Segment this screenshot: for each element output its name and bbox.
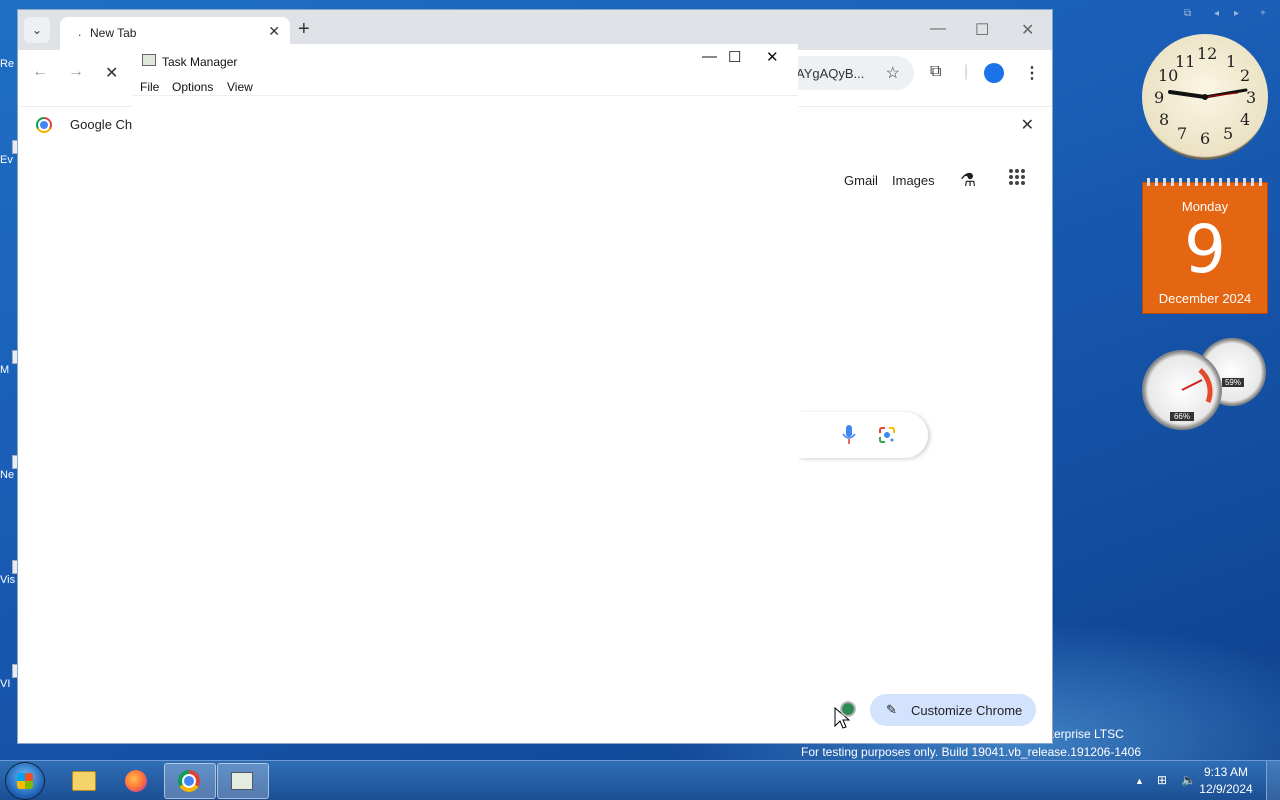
close-button[interactable]: ✕ bbox=[1021, 20, 1034, 40]
cpu-percent: 66% bbox=[1170, 412, 1194, 421]
desktop-icon-label: VI bbox=[0, 678, 11, 690]
menu-view[interactable]: View bbox=[227, 80, 253, 94]
clock-hands-icon bbox=[1168, 88, 1248, 100]
customize-chrome-label: Customize Chrome bbox=[911, 703, 1023, 718]
calendar-gadget[interactable]: Monday 9 December 2024 bbox=[1142, 178, 1268, 314]
extensions-icon[interactable]: ⧉ bbox=[930, 63, 941, 81]
apps-grid-icon[interactable] bbox=[1008, 168, 1028, 186]
desktop-icon-label: Vis bbox=[0, 574, 16, 586]
tm-close-button[interactable]: ✕ bbox=[766, 48, 779, 66]
google-search-box[interactable] bbox=[798, 412, 928, 458]
task-manager-icon bbox=[142, 54, 156, 66]
cpu-gauge[interactable]: 66% bbox=[1142, 350, 1222, 430]
gadget-next-icon[interactable]: ▸ bbox=[1234, 8, 1239, 19]
menu-options[interactable]: Options bbox=[172, 80, 213, 94]
labs-icon[interactable]: ⚗ bbox=[960, 170, 976, 191]
folder-icon bbox=[72, 771, 96, 791]
firefox-icon bbox=[125, 770, 147, 792]
tm-maximize-button[interactable]: ☐ bbox=[728, 48, 741, 66]
back-button[interactable]: ← bbox=[32, 63, 48, 81]
task-manager-icon bbox=[231, 772, 253, 790]
gadget-prev-icon[interactable]: ◂ bbox=[1214, 8, 1219, 19]
task-manager-menubar: File Options View bbox=[132, 76, 798, 96]
pencil-icon: ✎ bbox=[886, 702, 897, 717]
address-bar[interactable]: AYgAQyB... ☆ bbox=[778, 56, 914, 90]
google-lens-icon[interactable] bbox=[878, 426, 896, 444]
calendar-month-year: December 2024 bbox=[1158, 291, 1252, 306]
windows-logo-icon bbox=[17, 773, 33, 789]
gadget-pages-icon[interactable]: ⧉ bbox=[1184, 8, 1191, 19]
tm-minimize-button[interactable]: — bbox=[702, 48, 717, 65]
calendar-day: 9 bbox=[1184, 211, 1226, 288]
taskbar: ▲ ⊞ 🔈 9:13 AM 12/9/2024 bbox=[0, 760, 1280, 800]
taskbar-chrome[interactable] bbox=[164, 763, 216, 799]
gadget-add-icon[interactable]: + bbox=[1260, 8, 1266, 19]
maximize-button[interactable]: ☐ bbox=[975, 20, 989, 40]
show-desktop-button[interactable] bbox=[1266, 761, 1280, 800]
bookmark-star-icon[interactable]: ☆ bbox=[886, 63, 900, 83]
taskbar-explorer[interactable] bbox=[58, 763, 110, 799]
network-icon[interactable]: ⊞ bbox=[1157, 773, 1167, 787]
gmail-link[interactable]: Gmail bbox=[844, 173, 878, 188]
stop-loading-button[interactable]: ✕ bbox=[105, 63, 118, 83]
desktop-icon-label: Re bbox=[0, 58, 15, 70]
start-button[interactable] bbox=[6, 763, 44, 799]
menu-file[interactable]: File bbox=[140, 80, 159, 94]
tab-search-button[interactable]: ⌄ bbox=[24, 17, 50, 43]
calendar-rings bbox=[1147, 178, 1265, 186]
taskbar-date[interactable]: 12/9/2024 bbox=[1196, 782, 1256, 796]
taskbar-time[interactable]: 9:13 AM bbox=[1196, 765, 1256, 779]
chrome-logo-icon bbox=[36, 117, 52, 133]
taskbar-task-manager[interactable] bbox=[217, 763, 269, 799]
chrome-icon bbox=[178, 770, 200, 792]
tab-loading-icon: . bbox=[78, 25, 82, 39]
microphone-icon[interactable] bbox=[842, 425, 856, 445]
browser-menu-icon[interactable]: ⋮ bbox=[1024, 63, 1040, 83]
taskbar-firefox[interactable] bbox=[111, 763, 163, 799]
cursor-busy-icon bbox=[834, 701, 856, 729]
task-manager-window[interactable]: Task Manager — ☐ ✕ File Options View bbox=[132, 44, 798, 640]
address-text: AYgAQyB... bbox=[796, 66, 865, 81]
banner-close-icon[interactable]: ✕ bbox=[1021, 115, 1034, 135]
minimize-button[interactable]: — bbox=[930, 20, 946, 38]
volume-icon[interactable]: 🔈 bbox=[1181, 773, 1196, 787]
profile-avatar[interactable] bbox=[984, 63, 1004, 83]
apps-grid-svg bbox=[1009, 169, 1025, 185]
toolbar-divider: | bbox=[964, 63, 969, 80]
tab-title: New Tab bbox=[90, 26, 137, 40]
images-link[interactable]: Images bbox=[892, 173, 935, 188]
watermark-edition: nterprise LTSC bbox=[1044, 727, 1124, 741]
memory-percent: 59% bbox=[1222, 378, 1244, 387]
desktop-icon-label: M bbox=[0, 364, 10, 376]
show-hidden-icons[interactable]: ▲ bbox=[1135, 776, 1144, 786]
customize-chrome-button[interactable]: ✎ Customize Chrome bbox=[870, 694, 1036, 726]
clock-gadget[interactable]: 12 1 2 3 4 5 6 7 8 9 10 11 bbox=[1142, 34, 1268, 160]
forward-button[interactable]: → bbox=[68, 63, 84, 81]
banner-text: Google Ch bbox=[70, 117, 133, 132]
watermark-build: For testing purposes only. Build 19041.v… bbox=[801, 745, 1142, 759]
tab-close-icon[interactable]: ✕ bbox=[268, 23, 280, 40]
task-manager-titlebar[interactable]: Task Manager — ☐ ✕ bbox=[132, 44, 798, 76]
desktop-icon-label: Ne bbox=[0, 469, 15, 481]
chevron-down-icon: ⌄ bbox=[31, 23, 43, 37]
new-tab-button[interactable]: + bbox=[298, 19, 310, 39]
task-manager-title: Task Manager bbox=[162, 55, 238, 69]
desktop-icon-label: Ev bbox=[0, 154, 13, 166]
